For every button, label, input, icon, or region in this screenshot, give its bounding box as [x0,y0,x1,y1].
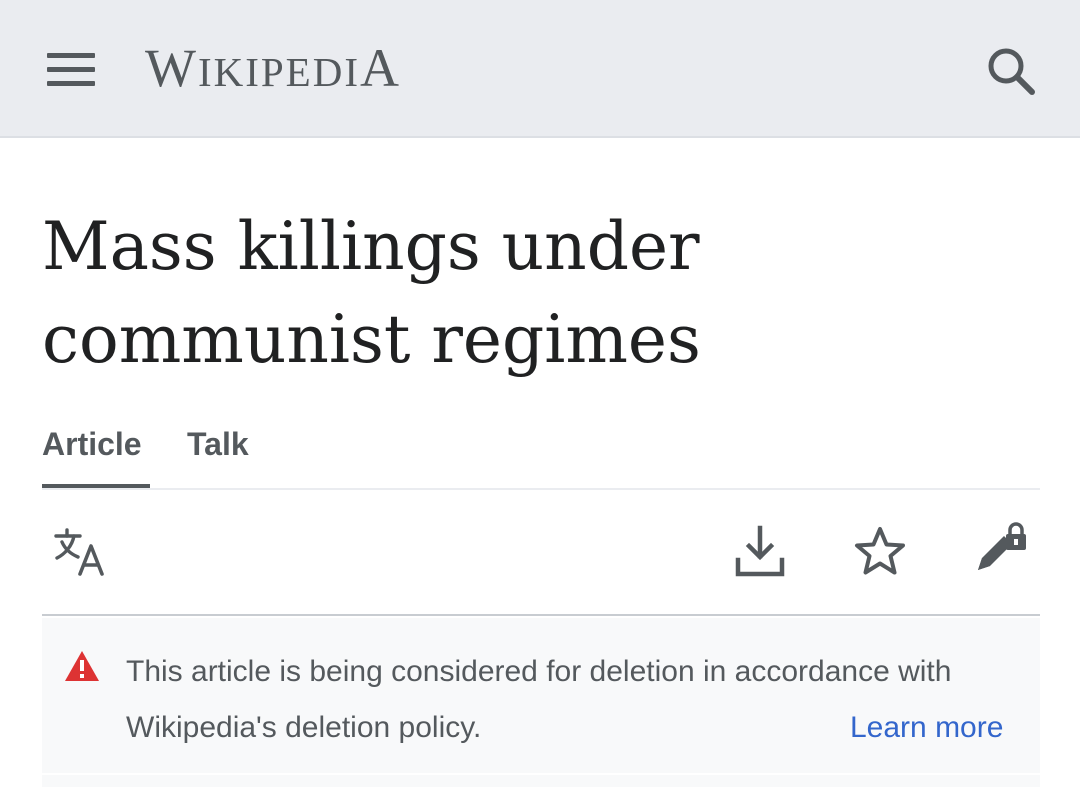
page-title: Mass killings under communist regimes [42,200,1022,386]
edit-locked-icon [978,522,1026,570]
active-tab-indicator [42,484,150,488]
search-button[interactable] [980,40,1042,100]
edit-button[interactable] [972,522,1032,582]
main-menu-button[interactable] [38,38,104,100]
tab-article[interactable]: Article [42,424,142,464]
download-button[interactable] [730,522,790,582]
page-title-line-1: Mass killings under [42,208,700,285]
wordmark-small-caps: IKIPEDI [197,49,360,95]
language-button[interactable] [50,522,110,582]
watch-button[interactable] [850,522,910,582]
top-header: WIKIPEDIA [0,0,1080,138]
page-title-line-2: communist regimes [42,301,701,378]
wordmark-last: A [360,38,401,98]
download-icon [735,525,785,577]
hamburger-menu-icon [47,53,95,86]
language-icon [54,528,104,576]
wikipedia-wordmark[interactable]: WIKIPEDIA [145,38,401,102]
tab-talk[interactable]: Talk [187,424,249,464]
wordmark-first: W [145,38,198,98]
warning-icon [65,651,99,681]
learn-more-link[interactable]: Learn more [850,700,1003,756]
page-tabs: Article Talk [42,410,1040,490]
search-icon [988,48,1035,95]
deletion-notice: This article is being considered for del… [42,618,1040,773]
page-actions-bar [42,490,1040,616]
star-icon [855,527,905,575]
